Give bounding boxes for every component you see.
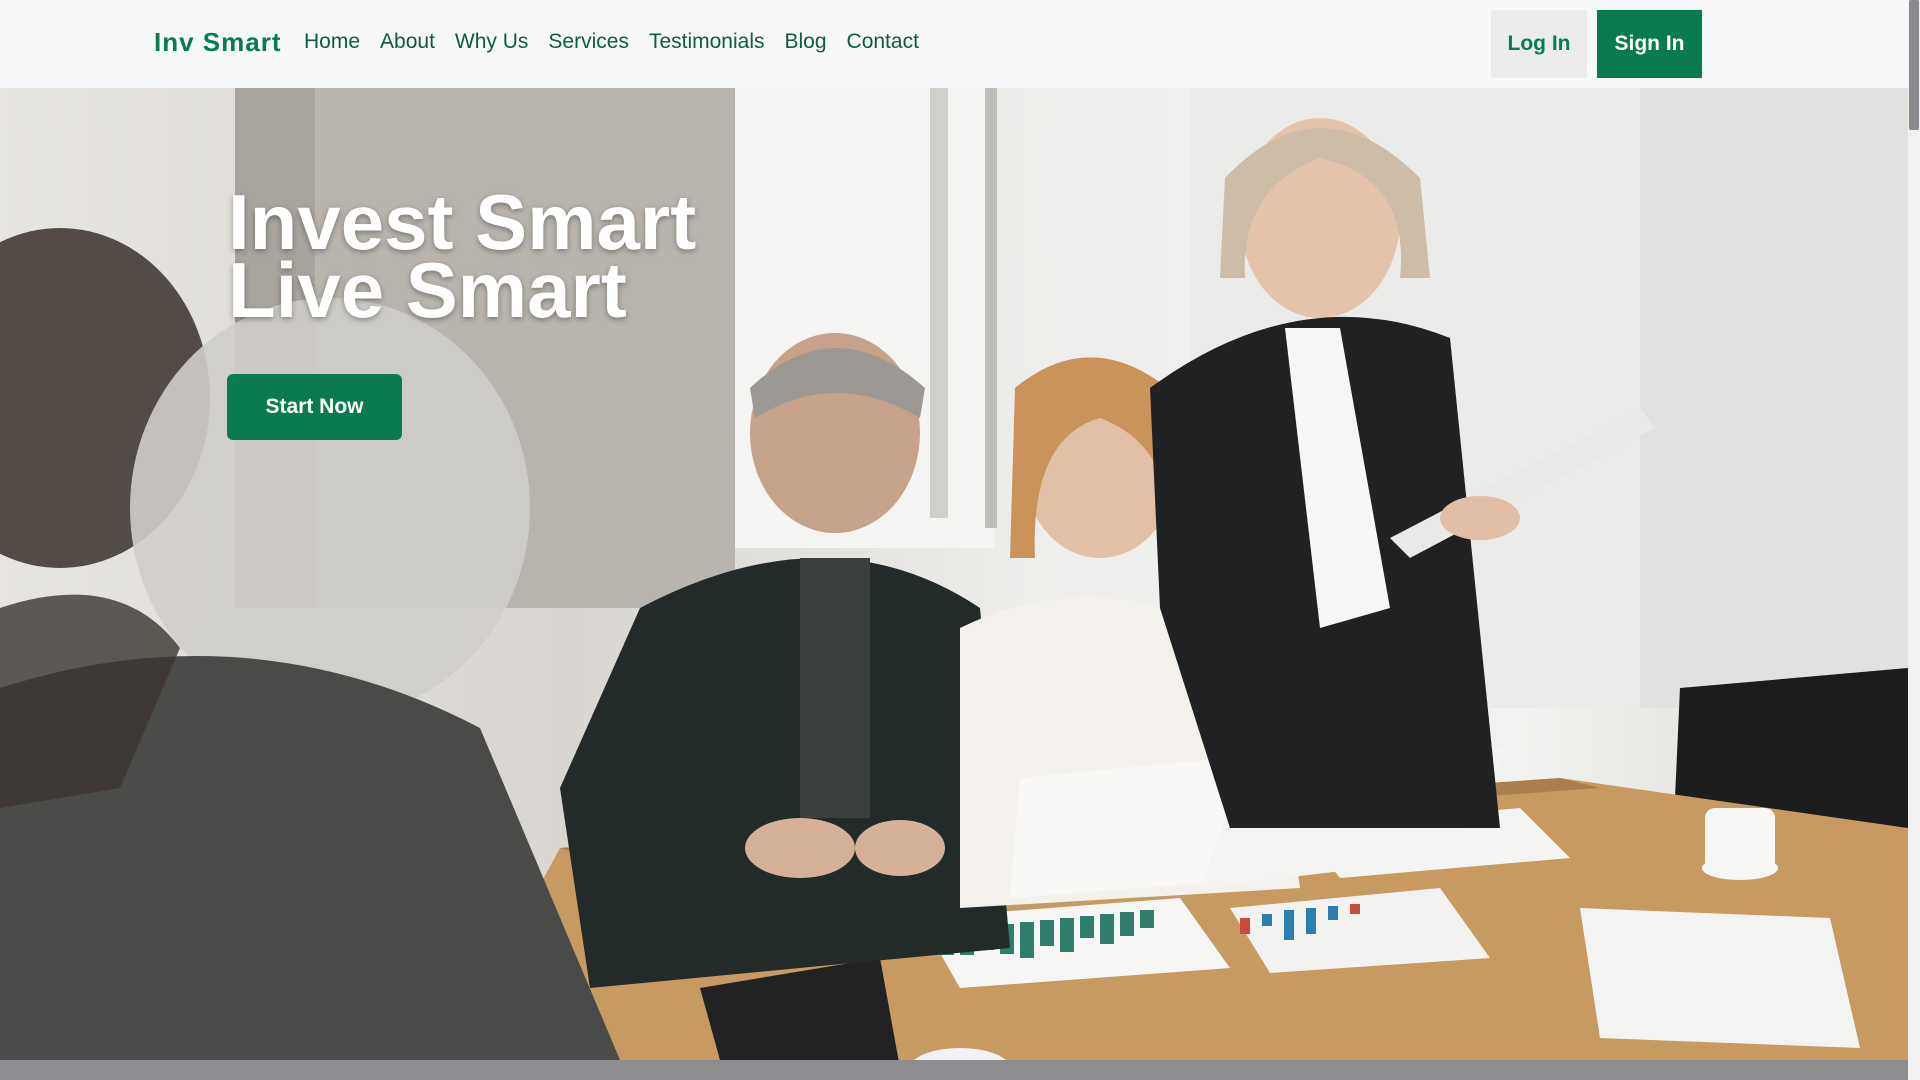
brand-logo[interactable]: Inv Smart [154,27,282,58]
nav-link-testimonials[interactable]: Testimonials [649,30,765,54]
navbar: Inv Smart Home About Why Us Services Tes… [0,0,1908,88]
nav-link-home[interactable]: Home [304,30,360,54]
hero-section: Invest Smart Live Smart Start Now [0,88,1908,1060]
page-scrollbar[interactable] [1908,0,1920,1080]
nav-links: Home About Why Us Services Testimonials … [304,30,939,54]
nav-link-why-us[interactable]: Why Us [455,30,529,54]
signin-button[interactable]: Sign In [1597,10,1702,78]
next-section-strip [0,1060,1908,1080]
nav-link-contact[interactable]: Contact [847,30,919,54]
nav-link-about[interactable]: About [380,30,435,54]
hero-title-line2: Live Smart [228,246,627,334]
nav-link-blog[interactable]: Blog [785,30,827,54]
scrollbar-thumb[interactable] [1909,0,1919,130]
login-button[interactable]: Log In [1491,10,1587,78]
hero-title: Invest Smart Live Smart [228,183,696,334]
start-now-button[interactable]: Start Now [227,374,402,440]
nav-link-services[interactable]: Services [548,30,629,54]
